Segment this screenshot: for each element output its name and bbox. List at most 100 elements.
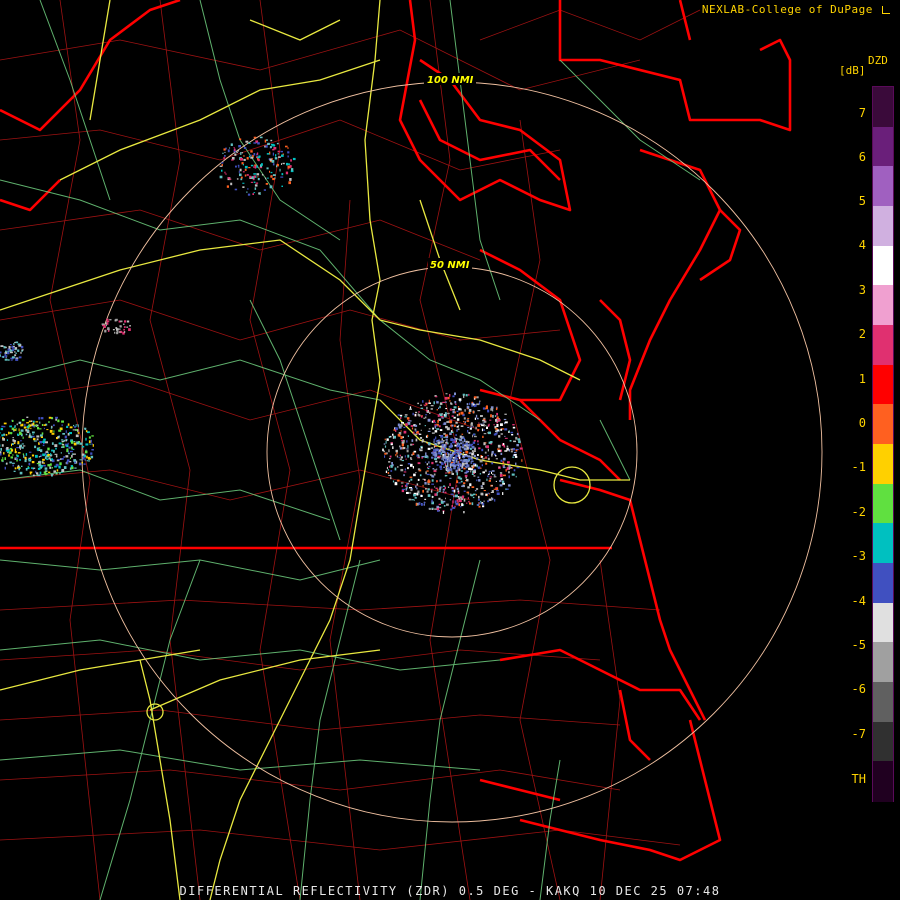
echo-pixel <box>462 437 465 440</box>
echo-pixel <box>471 465 474 468</box>
echo-pixel <box>434 430 438 433</box>
echo-pixel <box>477 476 480 478</box>
echo-pixel <box>464 462 468 464</box>
echo-pixel <box>84 458 86 461</box>
echo-pixel <box>250 181 253 183</box>
echo-pixel <box>270 146 272 148</box>
echo-pixel <box>464 474 468 477</box>
echo-pixel <box>244 165 248 169</box>
echo-pixel <box>424 478 426 481</box>
echo-pixel <box>438 503 441 505</box>
resize-corner-icon[interactable] <box>882 6 890 14</box>
echo-pixel <box>487 457 490 461</box>
echo-pixel <box>427 494 431 497</box>
echo-pixel <box>272 178 275 181</box>
echo-pixel <box>458 482 461 484</box>
echo-pixel <box>476 464 478 468</box>
echo-pixel <box>388 461 391 463</box>
echo-pixel <box>433 401 435 405</box>
echo-pixel <box>466 460 468 463</box>
echo-pixel <box>452 500 454 504</box>
echo-pixel <box>496 489 499 492</box>
echo-pixel <box>491 453 493 457</box>
echo-pixel <box>44 456 47 460</box>
echo-pixel <box>39 421 41 424</box>
echo-pixel <box>439 506 442 509</box>
echo-pixel <box>75 424 78 426</box>
echo-pixel <box>409 420 412 422</box>
echo-pixel <box>13 429 17 431</box>
echo-pixel <box>456 429 458 432</box>
echo-pixel <box>435 456 437 458</box>
echo-pixel <box>401 443 404 447</box>
echo-pixel <box>249 175 252 178</box>
echo-pixel <box>497 448 500 450</box>
echo-pixel <box>477 410 481 412</box>
echo-pixel <box>500 428 503 431</box>
echo-pixel <box>439 455 442 457</box>
echo-pixel <box>486 426 488 429</box>
echo-pixel <box>253 142 257 144</box>
echo-pixel <box>492 497 494 501</box>
echo-pixel <box>464 444 467 447</box>
echo-pixel <box>503 446 506 448</box>
echo-pixel <box>427 468 430 470</box>
echo-pixel <box>234 153 237 156</box>
echo-pixel <box>273 147 277 150</box>
echo-pixel <box>49 466 52 469</box>
echo-pixel <box>250 150 253 153</box>
echo-pixel <box>45 441 48 444</box>
echo-pixel <box>267 177 269 179</box>
echo-pixel <box>269 158 272 162</box>
echo-pixel <box>469 483 472 487</box>
echo-pixel <box>434 458 437 461</box>
echo-pixel <box>426 463 428 466</box>
echo-pixel <box>413 499 415 501</box>
echo-pixel <box>275 154 277 157</box>
echo-pixel <box>420 429 422 431</box>
echo-pixel <box>442 458 444 462</box>
echo-pixel <box>234 188 238 191</box>
echo-pixel <box>272 152 274 156</box>
echo-pixel <box>505 469 507 472</box>
echo-pixel <box>61 424 63 427</box>
color-scale-segment <box>873 682 893 723</box>
echo-pixel <box>429 412 431 414</box>
echo-pixel <box>72 429 76 431</box>
echo-pixel <box>402 488 406 490</box>
echo-pixel <box>449 394 451 397</box>
radar-map[interactable]: 50 NMI 100 NMI <box>0 0 900 900</box>
echo-pixel <box>90 455 94 459</box>
echo-pixel <box>510 450 513 453</box>
echo-pixel <box>250 156 254 159</box>
echo-pixel <box>454 459 456 463</box>
echo-pixel <box>86 460 88 462</box>
echo-pixel <box>488 479 491 482</box>
echo-pixel <box>12 349 15 352</box>
echo-pixel <box>30 427 32 430</box>
echo-pixel <box>41 461 44 464</box>
echo-pixel <box>34 424 37 426</box>
echo-pixel <box>17 349 20 352</box>
echo-pixel <box>116 328 119 331</box>
echo-pixel <box>74 426 76 429</box>
echo-pixel <box>494 432 498 435</box>
echo-pixel <box>488 431 491 435</box>
echo-pixel <box>270 171 273 174</box>
echo-pixel <box>443 485 446 487</box>
echo-pixel <box>467 497 469 499</box>
echo-pixel <box>471 502 474 506</box>
echo-pixel <box>65 455 69 458</box>
echo-pixel <box>266 139 268 141</box>
echo-pixel <box>390 435 392 438</box>
echo-pixel <box>436 428 440 430</box>
echo-pixel <box>42 444 45 447</box>
echo-pixel <box>244 174 247 177</box>
echo-pixel <box>243 155 245 157</box>
echo-pixel <box>516 448 519 451</box>
echo-pixel <box>56 472 58 475</box>
echo-pixel <box>78 462 82 466</box>
echo-pixel <box>398 434 401 437</box>
echo-pixel <box>445 439 448 441</box>
echo-pixel <box>456 485 458 487</box>
